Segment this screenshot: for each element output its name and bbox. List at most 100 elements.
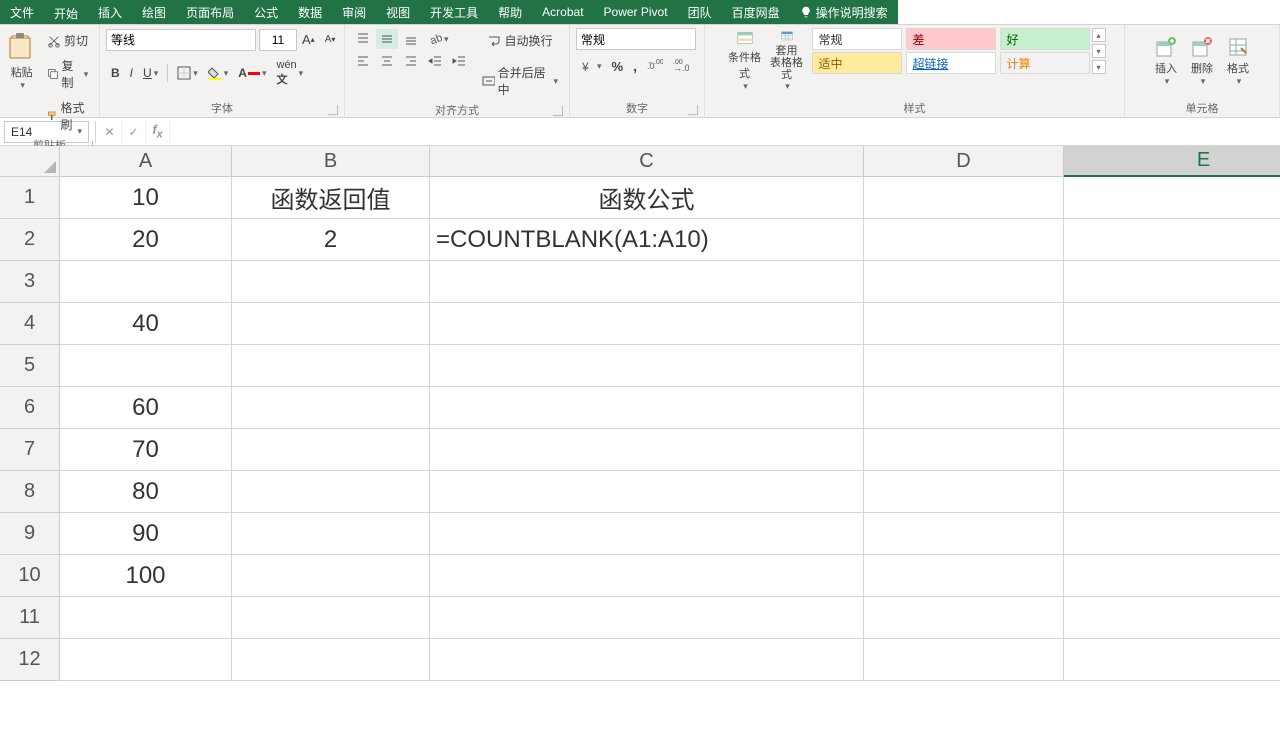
cell-B12[interactable] (232, 639, 430, 681)
tab-开发工具[interactable]: 开发工具 (420, 0, 488, 24)
row-header-10[interactable]: 10 (0, 555, 60, 597)
style-neutral[interactable]: 适中 (812, 52, 902, 74)
align-center-button[interactable] (376, 51, 398, 71)
cell-C4[interactable] (430, 303, 864, 345)
cell-B1[interactable]: 函数返回值 (232, 177, 430, 219)
cell-E5[interactable] (1064, 345, 1280, 387)
cell-A8[interactable]: 80 (60, 471, 232, 513)
cell-C9[interactable] (430, 513, 864, 555)
row-header-7[interactable]: 7 (0, 429, 60, 471)
tab-绘图[interactable]: 绘图 (132, 0, 176, 24)
cell-E8[interactable] (1064, 471, 1280, 513)
number-format-combo[interactable] (576, 28, 696, 50)
cell-D9[interactable] (864, 513, 1064, 555)
cell-D1[interactable] (864, 177, 1064, 219)
align-bottom-button[interactable] (400, 29, 422, 49)
cell-A1[interactable]: 10 (60, 177, 232, 219)
cell-D5[interactable] (864, 345, 1064, 387)
gallery-up-button[interactable]: ▴ (1092, 28, 1106, 42)
row-header-4[interactable]: 4 (0, 303, 60, 345)
align-right-button[interactable] (400, 51, 422, 71)
style-hyperlink[interactable]: 超链接 (906, 52, 996, 74)
cell-E12[interactable] (1064, 639, 1280, 681)
copy-button[interactable]: 复制▾ (43, 54, 93, 94)
tab-Acrobat[interactable]: Acrobat (532, 0, 593, 24)
cell-D6[interactable] (864, 387, 1064, 429)
cell-B2[interactable]: 2 (232, 219, 430, 261)
cell-B10[interactable] (232, 555, 430, 597)
cell-A12[interactable] (60, 639, 232, 681)
tab-公式[interactable]: 公式 (244, 0, 288, 24)
cell-B8[interactable] (232, 471, 430, 513)
cell-E6[interactable] (1064, 387, 1280, 429)
cell-A5[interactable] (60, 345, 232, 387)
style-calculation[interactable]: 计算 (1000, 52, 1090, 74)
tab-Power Pivot[interactable]: Power Pivot (594, 0, 678, 24)
cell-E1[interactable] (1064, 177, 1280, 219)
cell-C2[interactable]: =COUNTBLANK(A1:A10) (430, 219, 864, 261)
row-header-9[interactable]: 9 (0, 513, 60, 555)
cell-C1[interactable]: 函数公式 (430, 177, 864, 219)
font-size-combo[interactable] (259, 29, 297, 51)
col-header-B[interactable]: B (232, 146, 430, 177)
cell-D12[interactable] (864, 639, 1064, 681)
formula-input[interactable] (170, 121, 1280, 143)
cell-D2[interactable] (864, 219, 1064, 261)
align-top-button[interactable] (352, 29, 374, 49)
tab-开始[interactable]: 开始 (44, 0, 88, 24)
cell-C7[interactable] (430, 429, 864, 471)
format-painter-button[interactable]: 格式刷 (43, 96, 93, 136)
cell-D11[interactable] (864, 597, 1064, 639)
paste-button[interactable]: 粘贴▾ (6, 28, 38, 94)
row-header-8[interactable]: 8 (0, 471, 60, 513)
cell-D8[interactable] (864, 471, 1064, 513)
font-color-button[interactable]: A ▾ (234, 63, 270, 83)
col-header-C[interactable]: C (430, 146, 864, 177)
cell-C8[interactable] (430, 471, 864, 513)
row-header-3[interactable]: 3 (0, 261, 60, 303)
row-header-1[interactable]: 1 (0, 177, 60, 219)
cell-B11[interactable] (232, 597, 430, 639)
cancel-formula-button[interactable]: ✕ (98, 121, 122, 143)
borders-button[interactable]: ▾ (173, 63, 202, 83)
tab-插入[interactable]: 插入 (88, 0, 132, 24)
orientation-button[interactable]: ab▾ (424, 29, 453, 49)
cell-D3[interactable] (864, 261, 1064, 303)
cell-E10[interactable] (1064, 555, 1280, 597)
bold-button[interactable]: B (107, 63, 124, 83)
cell-A2[interactable]: 20 (60, 219, 232, 261)
cell-C12[interactable] (430, 639, 864, 681)
style-bad[interactable]: 差 (906, 28, 996, 50)
cell-E4[interactable] (1064, 303, 1280, 345)
cell-E11[interactable] (1064, 597, 1280, 639)
increase-indent-button[interactable] (448, 51, 470, 71)
tab-帮助[interactable]: 帮助 (488, 0, 532, 24)
cell-B4[interactable] (232, 303, 430, 345)
col-header-A[interactable]: A (60, 146, 232, 177)
cell-A10[interactable]: 100 (60, 555, 232, 597)
row-header-2[interactable]: 2 (0, 219, 60, 261)
decrease-font-button[interactable]: A▾ (321, 30, 340, 50)
fill-color-button[interactable]: ▾ (204, 63, 233, 83)
cell-E3[interactable] (1064, 261, 1280, 303)
phonetic-button[interactable]: wén文▾ (272, 56, 307, 90)
format-as-table-button[interactable]: 套用 表格格式▾ (766, 28, 808, 94)
underline-button[interactable]: U▾ (139, 63, 162, 83)
col-header-E[interactable]: E (1064, 146, 1280, 177)
cut-button[interactable]: 剪切 (43, 29, 93, 52)
cell-A11[interactable] (60, 597, 232, 639)
row-header-6[interactable]: 6 (0, 387, 60, 429)
number-launcher-icon[interactable] (688, 105, 698, 115)
cell-A6[interactable]: 60 (60, 387, 232, 429)
cell-B6[interactable] (232, 387, 430, 429)
decrease-decimal-button[interactable]: .00→.0 (669, 56, 693, 76)
cell-C5[interactable] (430, 345, 864, 387)
row-header-12[interactable]: 12 (0, 639, 60, 681)
cell-B3[interactable] (232, 261, 430, 303)
gallery-down-button[interactable]: ▾ (1092, 44, 1106, 58)
cell-D10[interactable] (864, 555, 1064, 597)
decrease-indent-button[interactable] (424, 51, 446, 71)
col-header-D[interactable]: D (864, 146, 1064, 177)
merge-center-button[interactable]: 合并后居中▾ (478, 61, 562, 101)
cell-C10[interactable] (430, 555, 864, 597)
